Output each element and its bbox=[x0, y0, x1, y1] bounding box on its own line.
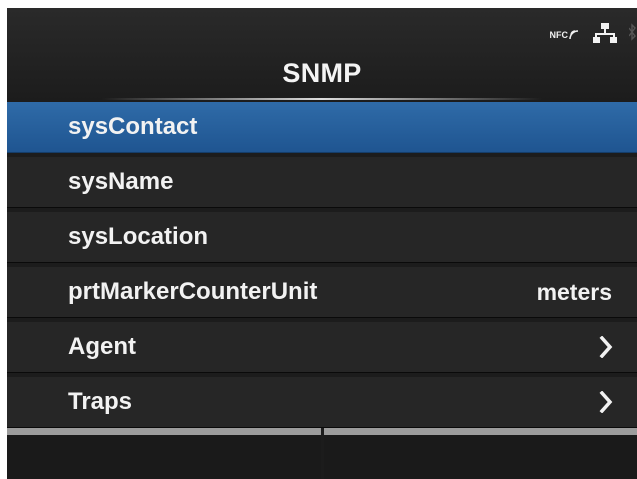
menu-item-label: sysLocation bbox=[68, 223, 209, 250]
softkey-bar bbox=[7, 428, 637, 479]
title-underline bbox=[102, 98, 542, 100]
menu-item-label: Agent bbox=[68, 333, 136, 360]
menu-item-prtmarkercounterunit[interactable]: prtMarkerCounterUnit meters bbox=[7, 267, 637, 318]
softkey-right[interactable] bbox=[323, 428, 637, 479]
menu-item-agent[interactable]: Agent bbox=[7, 322, 637, 373]
nfc-icon: NFC bbox=[550, 29, 582, 41]
menu-item-label: prtMarkerCounterUnit bbox=[68, 278, 318, 305]
header: NFC SNMP bbox=[7, 8, 637, 102]
menu-item-label: sysContact bbox=[68, 113, 198, 140]
menu-item-label: Traps bbox=[68, 388, 133, 415]
status-icons: NFC bbox=[550, 22, 637, 49]
menu-item-value: meters bbox=[536, 278, 612, 305]
softkey-left[interactable] bbox=[7, 428, 321, 479]
menu-item-sysname[interactable]: sysName bbox=[7, 157, 637, 208]
bluetooth-icon bbox=[628, 22, 637, 49]
menu-list: sysContact sysName sysLocation prtMarker… bbox=[7, 102, 637, 432]
menu-item-label: sysName bbox=[68, 168, 174, 195]
page-title: SNMP bbox=[282, 58, 362, 88]
chevron-right-icon bbox=[599, 335, 613, 363]
nfc-label: NFC bbox=[549, 30, 569, 40]
menu-item-syscontact[interactable]: sysContact bbox=[7, 102, 637, 153]
menu-item-traps[interactable]: Traps bbox=[7, 377, 637, 428]
menu-item-syslocation[interactable]: sysLocation bbox=[7, 212, 637, 263]
network-icon bbox=[593, 22, 617, 48]
chevron-right-icon bbox=[599, 390, 613, 418]
printer-display: NFC SNMP sysContact sysName sysLocation … bbox=[7, 8, 637, 479]
